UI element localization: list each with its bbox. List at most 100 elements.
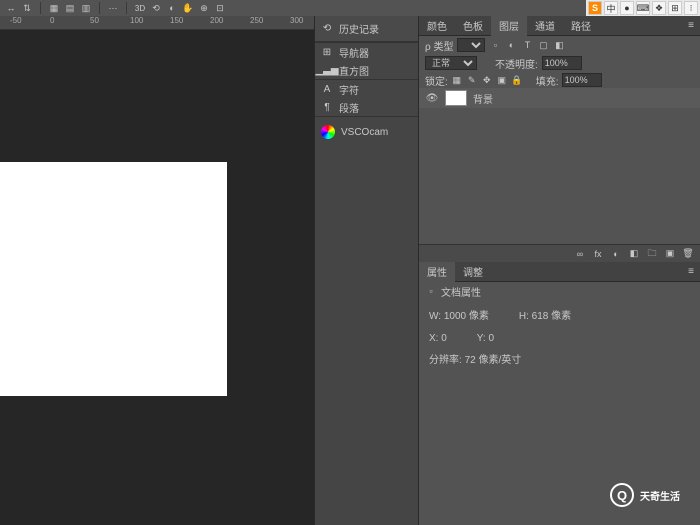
filter-smart-icon[interactable]: ◧ xyxy=(553,39,565,51)
lock-trans-icon[interactable]: ▦ xyxy=(451,74,463,86)
navigator-icon: ⊞ xyxy=(321,46,333,58)
watermark-icon: Q xyxy=(610,483,634,507)
new-layer-icon[interactable]: ▣ xyxy=(664,248,676,260)
link-icon[interactable]: ∞ xyxy=(574,248,586,260)
ime-s-icon[interactable]: S xyxy=(588,1,602,15)
prop-w: W: 1000 像素 xyxy=(429,308,489,326)
histogram-label: 直方图 xyxy=(339,63,369,78)
layer-name: 背景 xyxy=(473,91,493,106)
tool-icon-8[interactable]: ⟲ xyxy=(149,1,163,15)
filter-adj-icon[interactable]: ◐ xyxy=(505,39,517,51)
tool-icon-6[interactable]: ⋯ xyxy=(106,1,120,15)
properties-body: W: 1000 像素 H: 618 像素 X: 0 Y: 0 分辨率: 72 像… xyxy=(419,300,700,382)
opacity-input[interactable] xyxy=(542,56,582,70)
lock-all-icon[interactable]: 🔒 xyxy=(511,74,523,86)
visibility-icon[interactable]: 👁 xyxy=(425,91,439,105)
ime-lang-icon[interactable]: 中 xyxy=(604,1,618,15)
fill-input[interactable] xyxy=(562,73,602,87)
lock-move-icon[interactable]: ✥ xyxy=(481,74,493,86)
filter-shape-icon[interactable]: ▢ xyxy=(537,39,549,51)
character-item[interactable]: A 字符 xyxy=(315,80,418,98)
history-header[interactable]: ⟲ 历史记录 xyxy=(315,16,418,42)
tool-icon-5[interactable]: ▥ xyxy=(79,1,93,15)
tool-icon-1[interactable]: ↔ xyxy=(4,1,18,15)
tool-icon-2[interactable]: ⇅ xyxy=(20,1,34,15)
properties-panel: ▫ 文档属性 W: 1000 像素 H: 618 像素 X: 0 Y: 0 分辨… xyxy=(419,282,700,382)
vscocam-label: VSCOcam xyxy=(341,127,388,138)
ime-toolbar: S 中 ● ⌨ ❖ ⊞ ⁝ xyxy=(586,0,700,16)
ime-skin-icon[interactable]: ❖ xyxy=(652,1,666,15)
kind-select[interactable] xyxy=(457,38,485,52)
tab-channels[interactable]: 通道 xyxy=(527,16,563,36)
ime-dot-icon[interactable]: ● xyxy=(620,1,634,15)
blend-select[interactable]: 正常 xyxy=(425,56,477,70)
right-dock: 颜色 色板 图层 通道 路径 ≡ ρ 类型 ▫ ◐ T ▢ ◧ 正常 不透明度:… xyxy=(419,16,700,525)
delete-icon[interactable]: 🗑 xyxy=(682,248,694,260)
tab-color[interactable]: 颜色 xyxy=(419,16,455,36)
watermark-text: 天奇生活 xyxy=(640,488,680,503)
lock-label: 锁定: xyxy=(425,73,448,88)
prop-y: Y: 0 xyxy=(477,330,494,348)
tab-swatch[interactable]: 色板 xyxy=(455,16,491,36)
top-tabs: 颜色 色板 图层 通道 路径 ≡ xyxy=(419,16,700,36)
history-panel: ⟲ 历史记录 ⊞ 导航器 ▁▃▅ 直方图 A 字符 ¶ 段落 VSCOcam xyxy=(314,16,419,525)
tool-icon-10[interactable]: ✋ xyxy=(181,1,195,15)
adjust-icon[interactable]: ◧ xyxy=(628,248,640,260)
paragraph-icon: ¶ xyxy=(321,101,333,113)
doc-icon: ▫ xyxy=(425,285,437,297)
tool-icon-9[interactable]: ◐ xyxy=(165,1,179,15)
panel-menu-icon[interactable]: ≡ xyxy=(682,266,700,277)
paragraph-label: 段落 xyxy=(339,100,359,115)
panel-menu-icon[interactable]: ≡ xyxy=(682,20,700,31)
watermark: Q 天奇生活 xyxy=(610,483,680,507)
tab-properties[interactable]: 属性 xyxy=(419,262,455,282)
character-label: 字符 xyxy=(339,82,359,97)
tab-adjustments[interactable]: 调整 xyxy=(455,262,491,282)
separator xyxy=(126,2,127,14)
lock-artboard-icon[interactable]: ▣ xyxy=(496,74,508,86)
tool-icon-4[interactable]: ▤ xyxy=(63,1,77,15)
filter-type-icon[interactable]: T xyxy=(521,39,533,51)
history-label: 历史记录 xyxy=(339,21,379,36)
tab-paths[interactable]: 路径 xyxy=(563,16,599,36)
document-canvas[interactable] xyxy=(0,162,227,396)
navigator-item[interactable]: ⊞ 导航器 xyxy=(315,43,418,61)
tool-icon-11[interactable]: ⊕ xyxy=(197,1,211,15)
canvas-workspace[interactable] xyxy=(0,30,314,525)
vscocam-icon xyxy=(321,125,335,139)
layer-footer: ∞ fx ◐ ◧ 🗀 ▣ 🗑 xyxy=(419,244,700,262)
lock-row: 锁定: ▦ ✎ ✥ ▣ 🔒 填充: xyxy=(419,72,700,88)
layer-list: 👁 背景 xyxy=(419,88,700,244)
lock-paint-icon[interactable]: ✎ xyxy=(466,74,478,86)
mask-icon[interactable]: ◐ xyxy=(610,248,622,260)
ime-tool-icon[interactable]: ⊞ xyxy=(668,1,682,15)
group-icon[interactable]: 🗀 xyxy=(646,248,658,260)
properties-header: ▫ 文档属性 xyxy=(419,282,700,300)
properties-title: 文档属性 xyxy=(441,284,481,299)
divider xyxy=(315,116,418,117)
histogram-icon: ▁▃▅ xyxy=(321,64,333,76)
prop-res: 分辨率: 72 像素/英寸 xyxy=(429,352,521,370)
kind-label: ρ 类型 xyxy=(425,38,453,53)
tool-icon-12[interactable]: ⊡ xyxy=(213,1,227,15)
prop-x: X: 0 xyxy=(429,330,447,348)
histogram-item[interactable]: ▁▃▅ 直方图 xyxy=(315,61,418,79)
opacity-label: 不透明度: xyxy=(495,56,538,71)
tool-3d-icon[interactable]: 3D xyxy=(133,1,147,15)
blend-row: 正常 不透明度: xyxy=(419,54,700,72)
layer-row-background[interactable]: 👁 背景 xyxy=(419,88,700,108)
layer-kind-row: ρ 类型 ▫ ◐ T ▢ ◧ xyxy=(419,36,700,54)
separator xyxy=(40,2,41,14)
paragraph-item[interactable]: ¶ 段落 xyxy=(315,98,418,116)
filter-img-icon[interactable]: ▫ xyxy=(489,39,501,51)
history-icon: ⟲ xyxy=(321,23,333,35)
vscocam-item[interactable]: VSCOcam xyxy=(315,123,418,141)
tab-layers[interactable]: 图层 xyxy=(491,16,527,36)
bottom-tabs: 属性 调整 ≡ xyxy=(419,262,700,282)
tool-icon-3[interactable]: ▦ xyxy=(47,1,61,15)
character-icon: A xyxy=(321,83,333,95)
fx-icon[interactable]: fx xyxy=(592,248,604,260)
layer-thumbnail[interactable] xyxy=(445,90,467,106)
ime-menu-icon[interactable]: ⁝ xyxy=(684,1,698,15)
ime-keyboard-icon[interactable]: ⌨ xyxy=(636,1,650,15)
